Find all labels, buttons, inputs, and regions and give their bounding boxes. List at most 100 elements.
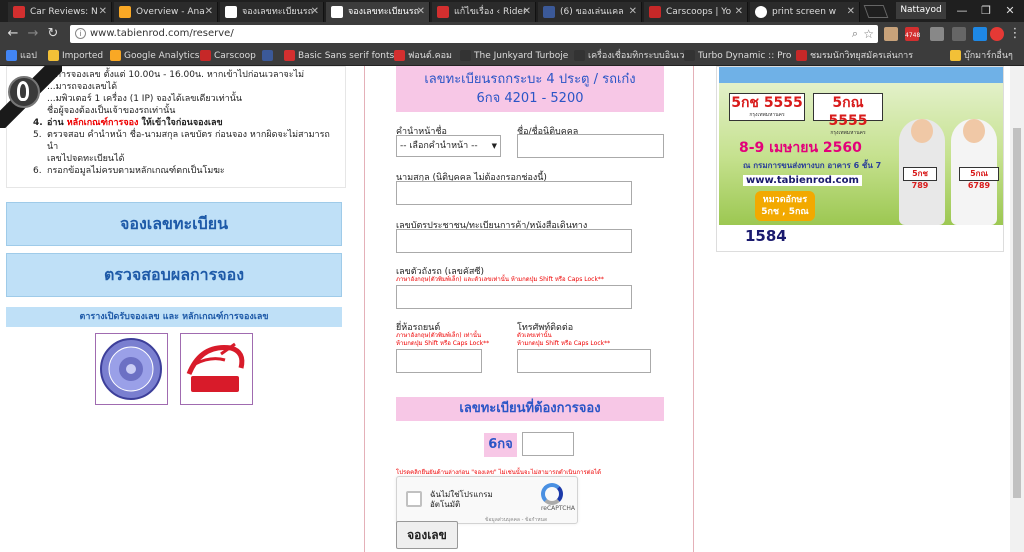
search-icon[interactable]: ⌕ xyxy=(852,25,858,43)
browser-tab[interactable]: print screen w ✕ xyxy=(750,2,860,22)
page-icon xyxy=(796,50,807,61)
forward-icon[interactable]: → xyxy=(24,25,42,43)
advert-banner: 5กช 5555 กรุงเทพมหานคร 5กณ 5555 กรุงเทพม… xyxy=(719,67,1003,247)
title-select-value: -- เลือกคำนำหน้า -- xyxy=(400,141,478,151)
extension-icon[interactable] xyxy=(990,27,1004,41)
url-text: www.tabienrod.com/reserve/ xyxy=(90,28,234,39)
tab-favicon xyxy=(755,6,767,18)
tab-close-icon[interactable]: ✕ xyxy=(735,2,743,22)
browser-tab[interactable]: จองเลขทะเบียนรถ ✕ xyxy=(220,2,324,22)
bookmark-apps[interactable]: แอป xyxy=(6,46,37,66)
extension-icon[interactable] xyxy=(930,27,944,41)
reload-icon[interactable]: ↻ xyxy=(44,25,62,43)
tab-close-icon[interactable]: ✕ xyxy=(523,2,531,22)
folder-icon xyxy=(48,50,59,61)
title-select[interactable]: -- เลือกคำนำหน้า -- ▼ xyxy=(396,135,501,157)
tab-title: จองเลขทะเบียนรถ xyxy=(242,7,314,17)
left-sidebar: ...การจองเลข ตั้งแต่ 10.00น - 16.00น. หา… xyxy=(0,66,352,552)
extension-icon[interactable] xyxy=(952,27,966,41)
reserve-plate-button[interactable]: จองเลขทะเบียน xyxy=(6,202,342,246)
tab-favicon xyxy=(649,6,661,18)
maximize-icon[interactable]: ❐ xyxy=(974,0,998,22)
bookmark-star-icon[interactable]: ☆ xyxy=(863,25,874,43)
bookmark-item[interactable]: The Junkyard Turboje xyxy=(460,46,568,66)
recaptcha-label: ฉันไม่ใช่โปรแกรม อัตโนมัติ xyxy=(430,490,493,509)
bookmark-label: ฟอนต์.คอม xyxy=(408,51,452,61)
tab-favicon xyxy=(543,6,555,18)
tab-title: (6) ของเล่นแคล xyxy=(560,7,624,17)
bookmark-label: แอป xyxy=(20,51,37,61)
surname-input[interactable] xyxy=(396,181,632,205)
tab-title: Carscoops | Yo xyxy=(666,7,732,17)
browser-tab-active[interactable]: จองเลขทะเบียนรถ ✕ xyxy=(326,2,430,22)
bookmark-item[interactable]: ฟอนต์.คอม xyxy=(394,46,452,66)
tab-title: แก้ไขเรื่อง ‹ Rider xyxy=(454,7,527,17)
bookmark-item[interactable]: Turbo Dynamic :: Pro xyxy=(684,46,791,66)
bookmark-item[interactable]: เครื่องเชื่อมทิกระบบอินเวอ xyxy=(574,46,690,66)
address-bar[interactable]: i www.tabienrod.com/reserve/ ⌕ ☆ xyxy=(70,25,878,43)
recaptcha-privacy-link[interactable]: ข้อมูลส่วนบุคคล - ข้อกำหนด xyxy=(485,516,547,524)
ad-url: www.tabienrod.com xyxy=(743,175,862,186)
page-icon xyxy=(684,50,695,61)
chassis-hint: ภาษาอังกฤษ(ตัวพิมพ์เล็ก) และตัวเลขเท่านั… xyxy=(396,276,604,283)
profile-button[interactable]: Nattayod xyxy=(896,2,946,19)
tab-close-icon[interactable]: ✕ xyxy=(205,2,213,22)
rule-item: ...การจองเลข ตั้งแต่ 10.00น - 16.00น. หา… xyxy=(47,70,305,80)
phone-input[interactable] xyxy=(517,349,651,373)
browser-tab[interactable]: แก้ไขเรื่อง ‹ Rider ✕ xyxy=(432,2,536,22)
reservation-form: เลขทะเบียนรถกระบะ 4 ประตู / รถเก๋ง 6กจ 4… xyxy=(364,66,694,552)
bookmark-item[interactable]: Google Analytics xyxy=(110,46,199,66)
check-result-button[interactable]: ตรวจสอบผลการจอง xyxy=(6,253,342,297)
analytics-icon xyxy=(110,50,121,61)
browser-tab[interactable]: (6) ของเล่นแคล ✕ xyxy=(538,2,642,22)
browser-tab[interactable]: Car Reviews: N ✕ xyxy=(8,2,112,22)
scrollbar-thumb[interactable] xyxy=(1013,128,1021,498)
site-info-icon[interactable]: i xyxy=(75,28,86,39)
dlt-seal-logo[interactable] xyxy=(95,333,168,405)
bookmark-label: Turbo Dynamic :: Pro xyxy=(698,51,792,61)
bookmark-item[interactable]: Carscoop xyxy=(200,46,256,66)
bookmark-item[interactable]: ชมรมนักวิทยุสมัครเล่นการ xyxy=(796,46,913,66)
bookmark-item[interactable] xyxy=(262,46,276,66)
plate-range: 6กจ 4201 - 5200 xyxy=(476,91,584,106)
plate-number-input[interactable] xyxy=(522,432,574,456)
tab-close-icon[interactable]: ✕ xyxy=(847,2,855,22)
minimize-icon[interactable]: — xyxy=(950,0,974,22)
event-advert[interactable]: 5กช 5555 กรุงเทพมหานคร 5กณ 5555 กรุงเทพม… xyxy=(716,66,1004,252)
bookmark-folder[interactable]: บุ๊กมาร์กอื่นๆ xyxy=(950,46,1013,66)
close-window-icon[interactable]: ✕ xyxy=(998,0,1022,22)
ad-badge: หมวดอักษร 5กช , 5กณ xyxy=(755,191,815,221)
tab-close-icon[interactable]: ✕ xyxy=(629,2,637,22)
tab-close-icon[interactable]: ✕ xyxy=(99,2,107,22)
tab-favicon xyxy=(331,6,343,18)
schedule-rules-link[interactable]: ตารางเปิดรับจองเลข และ หลักเกณฑ์การจองเล… xyxy=(6,307,342,327)
ad-venue: ณ กรมการขนส่งทางบก อาคาร 6 ชั้น 7 xyxy=(743,161,882,170)
tab-favicon xyxy=(13,6,25,18)
brand-input[interactable] xyxy=(396,349,482,373)
font-icon xyxy=(284,50,295,61)
bookmark-folder[interactable]: Imported xyxy=(48,46,103,66)
browser-tab[interactable]: Overview - Ana ✕ xyxy=(114,2,218,22)
tab-close-icon[interactable]: ✕ xyxy=(311,2,319,22)
recaptcha-widget: ฉันไม่ใช่โปรแกรม อัตโนมัติ reCAPTCHA ข้อ… xyxy=(396,476,578,524)
submit-reserve-button[interactable]: จองเลข xyxy=(396,521,458,549)
recaptcha-checkbox[interactable] xyxy=(406,491,422,507)
name-input[interactable] xyxy=(517,134,664,158)
bookmark-item[interactable]: Basic Sans serif fonts xyxy=(284,46,394,66)
new-tab-button[interactable] xyxy=(863,5,889,18)
mail-badge: 4748 xyxy=(905,32,921,39)
chassis-input[interactable] xyxy=(396,285,632,309)
page-scrollbar[interactable] xyxy=(1010,66,1024,552)
ad-plate: 5กช 789 xyxy=(903,167,937,190)
rules-link[interactable]: หลักเกณฑ์การจอง xyxy=(67,118,139,128)
recaptcha-logo-icon xyxy=(541,483,563,505)
id-number-input[interactable] xyxy=(396,229,632,253)
back-icon[interactable]: ← xyxy=(4,25,22,43)
extension-icon[interactable] xyxy=(884,27,898,41)
browser-tab[interactable]: Carscoops | Yo ✕ xyxy=(644,2,748,22)
kpd-logo[interactable] xyxy=(180,333,253,405)
menu-icon[interactable]: ⋮ xyxy=(1006,25,1024,43)
extension-icon[interactable] xyxy=(973,27,987,41)
tab-close-icon[interactable]: ✕ xyxy=(417,2,425,22)
mail-extension-icon[interactable]: 4748 xyxy=(905,27,921,41)
